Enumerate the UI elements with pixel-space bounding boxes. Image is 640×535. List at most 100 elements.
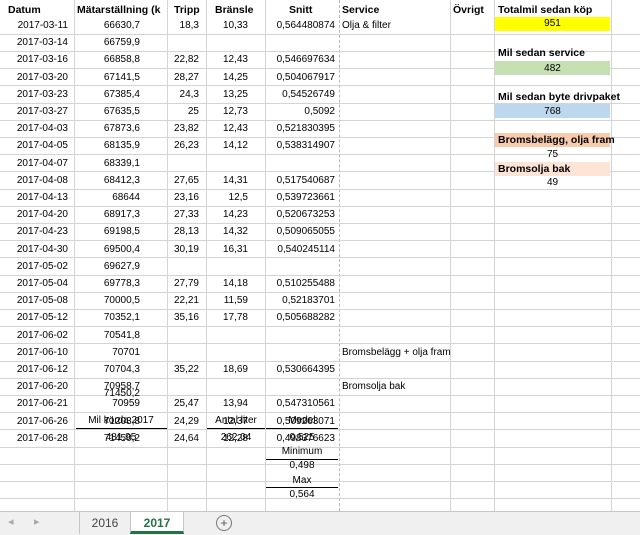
matarstallning-cell[interactable]: 68412,3 — [74, 172, 140, 189]
service-cell[interactable] — [342, 103, 492, 120]
tripp-cell[interactable] — [167, 344, 199, 361]
service-cell[interactable] — [342, 69, 492, 86]
datum-cell[interactable]: 2017-04-13 — [0, 189, 74, 206]
tripp-cell[interactable]: 24,29 — [167, 413, 199, 430]
service-cell[interactable] — [342, 223, 492, 240]
service-cell[interactable] — [342, 258, 492, 275]
datum-cell[interactable]: 2017-06-26 — [0, 413, 74, 430]
bransle-cell[interactable] — [206, 327, 248, 344]
bransle-cell[interactable]: 14,23 — [206, 206, 248, 223]
service-cell[interactable] — [342, 172, 492, 189]
tripp-cell[interactable]: 27,33 — [167, 206, 199, 223]
datum-cell[interactable]: 2017-04-20 — [0, 206, 74, 223]
matarstallning-cell[interactable]: 70352,1 — [74, 309, 140, 326]
service-cell[interactable] — [342, 155, 492, 172]
matarstallning-cell[interactable]: 66630,7 — [74, 17, 140, 34]
totalmil-value[interactable]: 951 — [495, 15, 610, 32]
snitt-cell[interactable]: 0,52183701 — [265, 292, 335, 309]
snitt-cell[interactable]: 0,564480874 — [265, 17, 335, 34]
service-cell[interactable] — [342, 34, 492, 51]
matarstallning-cell[interactable]: 70541,8 — [74, 327, 140, 344]
service-cell[interactable] — [342, 241, 492, 258]
tab-2017[interactable]: 2017 — [130, 512, 184, 534]
tripp-cell[interactable]: 22,21 — [167, 292, 199, 309]
datum-cell[interactable]: 2017-06-21 — [0, 395, 74, 412]
bransle-cell[interactable]: 12,43 — [206, 120, 248, 137]
snitt-cell[interactable] — [265, 378, 335, 395]
tripp-cell[interactable]: 35,16 — [167, 309, 199, 326]
datum-cell[interactable]: 2017-06-02 — [0, 327, 74, 344]
scroll-tabs-right-icon[interactable]: ▸ — [34, 515, 40, 528]
bromsbelagg-fram-label[interactable]: Bromsbelägg, olja fram — [498, 134, 615, 146]
datum-cell[interactable]: 2017-03-20 — [0, 69, 74, 86]
snitt-cell[interactable] — [265, 344, 335, 361]
mil-korda-label[interactable]: Mil körda 2017 — [74, 412, 168, 429]
antal-liter-value[interactable]: 262,04 — [206, 429, 266, 446]
bromsolja-bak-value[interactable]: 49 — [495, 174, 610, 191]
service-cell[interactable] — [342, 361, 492, 378]
matarstallning-cell[interactable]: 67873,6 — [74, 120, 140, 137]
bransle-cell[interactable]: 12,43 — [206, 51, 248, 68]
service-cell[interactable] — [342, 413, 492, 430]
matarstallning-cell[interactable]: 69778,3 — [74, 275, 140, 292]
matarstallning-cell[interactable]: 68135,9 — [74, 137, 140, 154]
bransle-cell[interactable]: 14,18 — [206, 275, 248, 292]
bransle-cell[interactable]: 14,12 — [206, 137, 248, 154]
bransle-cell[interactable]: 17,78 — [206, 309, 248, 326]
tripp-cell[interactable] — [167, 34, 199, 51]
datum-cell[interactable]: 2017-06-28 — [0, 430, 74, 447]
bransle-cell[interactable]: 14,25 — [206, 69, 248, 86]
matarstallning-cell[interactable]: 70701 — [74, 344, 140, 361]
tripp-cell[interactable]: 30,19 — [167, 241, 199, 258]
snitt-cell[interactable]: 0,530664395 — [265, 361, 335, 378]
datum-cell[interactable]: 2017-04-08 — [0, 172, 74, 189]
snitt-cell[interactable] — [265, 34, 335, 51]
snitt-cell[interactable]: 0,517540687 — [265, 172, 335, 189]
tripp-cell[interactable]: 27,79 — [167, 275, 199, 292]
snitt-cell[interactable]: 0,540245114 — [265, 241, 335, 258]
bransle-cell[interactable]: 14,32 — [206, 223, 248, 240]
matarstallning-cell[interactable]: 68339,1 — [74, 155, 140, 172]
tripp-cell[interactable]: 24,64 — [167, 430, 199, 447]
tripp-cell[interactable]: 23,16 — [167, 189, 199, 206]
datum-cell[interactable]: 2017-04-23 — [0, 223, 74, 240]
tripp-cell[interactable]: 23,82 — [167, 120, 199, 137]
datum-cell[interactable]: 2017-03-27 — [0, 103, 74, 120]
datum-cell[interactable]: 2017-06-12 — [0, 361, 74, 378]
snitt-cell[interactable] — [265, 258, 335, 275]
service-cell[interactable] — [342, 86, 492, 103]
matarstallning-cell[interactable]: 68644 — [74, 189, 140, 206]
medel-label[interactable]: Medel — [265, 412, 339, 429]
service-cell[interactable]: Olja & filter — [342, 17, 492, 34]
antal-liter-label[interactable]: Antal liter — [206, 412, 266, 429]
mil-sedan-service-label[interactable]: Mil sedan service — [498, 47, 585, 59]
matarstallning-cell[interactable]: 67385,4 — [74, 86, 140, 103]
datum-cell[interactable]: 2017-03-23 — [0, 86, 74, 103]
snitt-cell[interactable]: 0,520673253 — [265, 206, 335, 223]
tripp-cell[interactable] — [167, 155, 199, 172]
service-cell[interactable] — [342, 137, 492, 154]
column-header-matarstallning[interactable]: Mätarställning (k — [77, 4, 165, 16]
tripp-cell[interactable]: 25 — [167, 103, 199, 120]
matarstallning-cell[interactable]: 66858,8 — [74, 51, 140, 68]
datum-cell[interactable]: 2017-04-03 — [0, 120, 74, 137]
bransle-cell[interactable]: 18,69 — [206, 361, 248, 378]
bransle-cell[interactable]: 13,94 — [206, 395, 248, 412]
snitt-cell[interactable]: 0,521830395 — [265, 120, 335, 137]
service-cell[interactable] — [342, 327, 492, 344]
matarstallning-cell[interactable]: 70000,5 — [74, 292, 140, 309]
service-cell[interactable] — [342, 430, 492, 447]
datum-cell[interactable]: 2017-04-05 — [0, 137, 74, 154]
matarstallning-cell[interactable]: 68917,3 — [74, 206, 140, 223]
tripp-cell[interactable]: 27,65 — [167, 172, 199, 189]
snitt-cell[interactable]: 0,547310561 — [265, 395, 335, 412]
bransle-cell[interactable] — [206, 378, 248, 395]
tripp-cell[interactable]: 35,22 — [167, 361, 199, 378]
bransle-cell[interactable] — [206, 34, 248, 51]
service-cell[interactable] — [342, 292, 492, 309]
matarstallning-cell[interactable]: 70704,3 — [74, 361, 140, 378]
service-cell[interactable] — [342, 189, 492, 206]
bromsbelagg-fram-value[interactable]: 75 — [495, 146, 610, 163]
datum-cell[interactable]: 2017-05-02 — [0, 258, 74, 275]
service-cell[interactable] — [342, 120, 492, 137]
